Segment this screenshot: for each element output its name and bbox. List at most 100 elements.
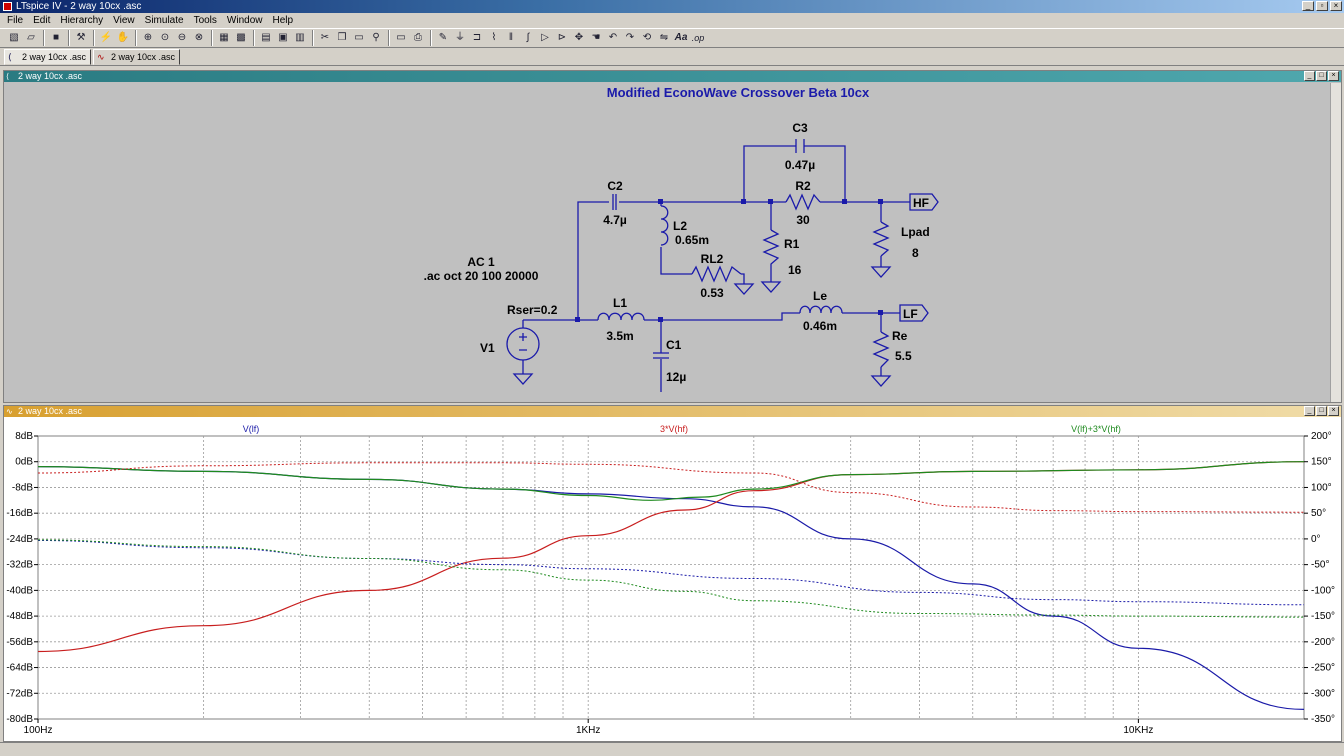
schematic-canvas[interactable]: Modified EconoWave Crossover Beta 10cx C… (4, 82, 1326, 402)
close-button[interactable]: × (1328, 406, 1339, 416)
y-tick-label: -16dB (6, 508, 33, 519)
component-icon[interactable]: ⊳ (554, 30, 570, 46)
ltspice-logo-icon (3, 2, 12, 11)
capacitor-icon[interactable]: ‖ (503, 30, 519, 46)
save-icon[interactable]: ■ (48, 30, 64, 46)
menu-tools[interactable]: Tools (189, 14, 222, 28)
y-tick-label: -80dB (6, 714, 33, 725)
wire-icon[interactable]: ✎ (435, 30, 451, 46)
source-value: AC 1 (467, 255, 495, 269)
tile-horizontal-icon[interactable]: ▤ (258, 30, 274, 46)
resistor-icon[interactable]: ⌇ (486, 30, 502, 46)
y2-tick-label: -300° (1311, 688, 1335, 699)
component-value-c3: 0.47µ (785, 158, 815, 172)
y2-tick-label: 50° (1311, 508, 1326, 519)
component-ref-l2: L2 (673, 219, 687, 233)
print-setup-icon[interactable]: ▭ (393, 30, 409, 46)
paste-icon[interactable]: ▭ (351, 30, 367, 46)
drag-icon[interactable]: ☚ (588, 30, 604, 46)
x-tick-label: 100Hz (24, 725, 53, 736)
schematic-scrollbar[interactable] (1330, 83, 1341, 402)
net-label-lf[interactable]: LF (903, 307, 918, 321)
schematic-window-title: 2 way 10cx .asc (18, 71, 83, 81)
component-ref-lpad: Lpad (901, 225, 930, 239)
menu-edit[interactable]: Edit (28, 14, 55, 28)
move-icon[interactable]: ✥ (571, 30, 587, 46)
waveform-plot[interactable]: 8dB 200° 0dB 150° -8dB 100° -16dB 50° -24dB 0° -32… (4, 417, 1341, 742)
schematic-title: Modified EconoWave Crossover Beta 10cx (607, 85, 870, 100)
close-button[interactable]: × (1328, 71, 1339, 81)
source-rser: Rser=0.2 (507, 303, 558, 317)
spice-directive: .ac oct 20 100 20000 (424, 269, 539, 283)
component-ref-l1: L1 (613, 296, 627, 310)
y2-tick-label: 150° (1311, 457, 1332, 468)
y2-tick-label: -150° (1311, 611, 1335, 622)
ground-icon[interactable]: ⏚ (452, 30, 468, 46)
undo-icon[interactable]: ↶ (605, 30, 621, 46)
y-tick-label: -72dB (6, 688, 33, 699)
component-value-r1: 16 (788, 263, 802, 277)
tab-waveform[interactable]: ∿ 2 way 10cx .asc (93, 49, 181, 65)
menu-hierarchy[interactable]: Hierarchy (55, 14, 108, 28)
x-tick-label: 10KHz (1123, 725, 1153, 736)
y-tick-label: -8dB (12, 482, 33, 493)
component-ref-le: Le (813, 289, 827, 303)
mirror-icon[interactable]: ⇋ (656, 30, 672, 46)
menu-help[interactable]: Help (268, 14, 299, 28)
run-icon[interactable]: ⚡ (98, 30, 114, 46)
component-ref-r1: R1 (784, 237, 800, 251)
new-schematic-icon[interactable]: ▧ (6, 30, 22, 46)
maximize-button[interactable]: □ (1316, 406, 1327, 416)
halt-icon[interactable]: ✋ (115, 30, 131, 46)
cut-icon[interactable]: ✂ (317, 30, 333, 46)
menu-window[interactable]: Window (222, 14, 268, 28)
component-value-rl2: 0.53 (700, 286, 724, 300)
control-panel-icon[interactable]: ⚒ (73, 30, 89, 46)
spice-directive-icon[interactable]: .op (690, 30, 706, 46)
grid-icon[interactable]: ▩ (233, 30, 249, 46)
maximize-button[interactable]: □ (1316, 71, 1327, 81)
tab-schematic[interactable]: ⟨ 2 way 10cx .asc (4, 49, 92, 65)
print-icon[interactable]: ⎙ (410, 30, 426, 46)
menu-file[interactable]: File (2, 14, 28, 28)
net-label-hf[interactable]: HF (913, 196, 929, 210)
restore-button[interactable]: ▫ (1316, 1, 1328, 11)
zoom-fit-icon[interactable]: ⊗ (191, 30, 207, 46)
pan-icon[interactable]: ⊙ (157, 30, 173, 46)
menu-view[interactable]: View (108, 14, 140, 28)
app-titlebar: LTspice IV - 2 way 10cx .asc _ ▫ × (0, 0, 1344, 13)
y-tick-label: -48dB (6, 611, 33, 622)
minimize-button[interactable]: _ (1304, 71, 1315, 81)
y-tick-label: -40dB (6, 585, 33, 596)
document-tab-bar: ⟨ 2 way 10cx .asc ∿ 2 way 10cx .asc (0, 48, 1344, 66)
component-ref-c2: C2 (607, 179, 623, 193)
close-button[interactable]: × (1330, 1, 1342, 11)
y2-tick-label: -200° (1311, 637, 1335, 648)
legend-entry: V(lf)+3*V(hf) (1071, 424, 1121, 434)
autoscale-icon[interactable]: ▦ (216, 30, 232, 46)
waveform-icon: ∿ (6, 407, 13, 416)
component-ref-c1: C1 (666, 338, 682, 352)
open-icon[interactable]: ▱ (23, 30, 39, 46)
redo-icon[interactable]: ↷ (622, 30, 638, 46)
copy-icon[interactable]: ❐ (334, 30, 350, 46)
tab-label: 2 way 10cx .asc (22, 52, 87, 62)
plot-area (37, 435, 1305, 720)
inductor-icon[interactable]: ∫ (520, 30, 536, 46)
tile-vertical-icon[interactable]: ▥ (292, 30, 308, 46)
label-icon[interactable]: ⊐ (469, 30, 485, 46)
diode-icon[interactable]: ▷ (537, 30, 553, 46)
status-bar (0, 742, 1344, 756)
cascade-icon[interactable]: ▣ (275, 30, 291, 46)
find-icon[interactable]: ⚲ (368, 30, 384, 46)
minimize-button[interactable]: _ (1302, 1, 1314, 11)
text-icon[interactable]: Aa (673, 30, 689, 46)
rotate-icon[interactable]: ⟲ (639, 30, 655, 46)
zoom-out-icon[interactable]: ⊖ (174, 30, 190, 46)
minimize-button[interactable]: _ (1304, 406, 1315, 416)
schematic-icon: ⟨ (8, 52, 12, 62)
menu-simulate[interactable]: Simulate (140, 14, 189, 28)
zoom-in-icon[interactable]: ⊕ (140, 30, 156, 46)
component-value-r2: 30 (796, 213, 810, 227)
legend-entry: 3*V(hf) (660, 424, 688, 434)
